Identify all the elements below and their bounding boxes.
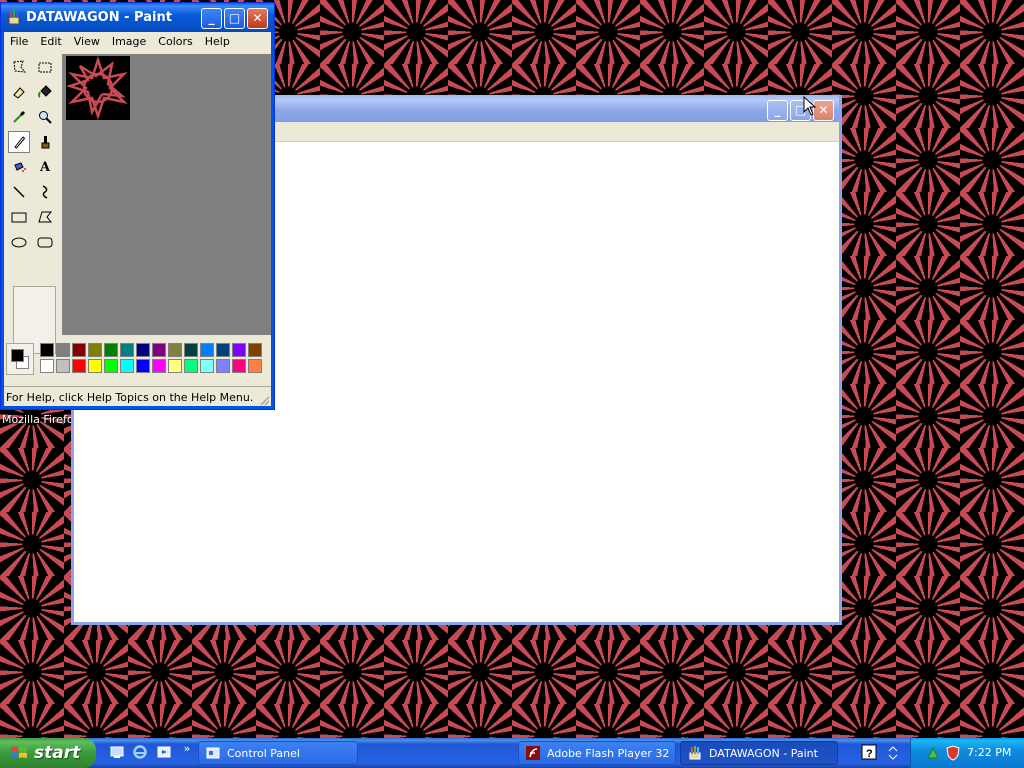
palette-swatch[interactable] xyxy=(168,359,182,373)
palette-swatch[interactable] xyxy=(232,343,246,357)
taskbar-button-control-panel[interactable]: Control Panel xyxy=(198,741,358,765)
palette-swatch[interactable] xyxy=(184,343,198,357)
airbrush-icon[interactable] xyxy=(8,156,30,178)
paint-client-area: File Edit View Image Colors Help A For H… xyxy=(4,32,271,406)
fill-with-color-icon[interactable] xyxy=(34,81,56,103)
palette-swatch[interactable] xyxy=(248,359,262,373)
palette-swatch[interactable] xyxy=(136,359,150,373)
clock[interactable]: 7:22 PM xyxy=(967,746,1011,759)
palette-swatch[interactable] xyxy=(40,343,54,357)
minimize-button[interactable]: _ xyxy=(201,8,222,29)
menu-help[interactable]: Help xyxy=(199,32,236,51)
palette-swatch[interactable] xyxy=(120,359,134,373)
palette-swatch[interactable] xyxy=(152,343,166,357)
desktop-icon-label-firefox[interactable]: Mozilla Firefox xyxy=(2,413,80,426)
line-icon[interactable] xyxy=(8,181,30,203)
magnifier-icon[interactable] xyxy=(34,106,56,128)
palette-swatch[interactable] xyxy=(40,359,54,373)
close-button[interactable]: ✕ xyxy=(247,8,268,29)
brush-icon[interactable] xyxy=(34,131,56,153)
palette-swatch[interactable] xyxy=(104,359,118,373)
pencil-icon[interactable] xyxy=(8,131,30,153)
palette-swatch[interactable] xyxy=(72,359,86,373)
palette-swatch[interactable] xyxy=(136,343,150,357)
internet-explorer-icon[interactable] xyxy=(131,744,149,762)
palette-swatch[interactable] xyxy=(88,359,102,373)
palette-swatch[interactable] xyxy=(232,359,246,373)
palette-swatch[interactable] xyxy=(88,343,102,357)
star-pattern-image xyxy=(66,56,130,120)
foreground-color-swatch xyxy=(11,349,24,362)
windows-logo-icon xyxy=(11,746,27,758)
palette-swatch[interactable] xyxy=(248,343,262,357)
palette-swatch[interactable] xyxy=(104,343,118,357)
palette-swatch[interactable] xyxy=(120,343,134,357)
paint-app-icon xyxy=(8,10,20,25)
help-icon[interactable]: ? xyxy=(860,744,878,762)
rectangle-icon[interactable] xyxy=(8,206,30,228)
palette-swatch[interactable] xyxy=(200,359,214,373)
media-player-icon[interactable] xyxy=(155,744,173,762)
palette-swatch[interactable] xyxy=(216,359,230,373)
polygon-icon[interactable] xyxy=(34,206,56,228)
canvas-image[interactable] xyxy=(66,56,130,120)
menu-view[interactable]: View xyxy=(68,32,106,51)
taskbar: start » Control Panel Adobe Flash Player… xyxy=(0,738,1024,768)
system-tray: 7:22 PM xyxy=(910,738,1024,768)
palette-swatch[interactable] xyxy=(184,359,198,373)
color-palette xyxy=(4,338,271,380)
taskbar-button-flash-player[interactable]: Adobe Flash Player 32 xyxy=(518,741,676,765)
menu-colors[interactable]: Colors xyxy=(152,32,198,51)
palette-swatch[interactable] xyxy=(56,359,70,373)
tray-scroll-icon[interactable] xyxy=(884,744,902,762)
text-icon[interactable]: A xyxy=(34,156,56,178)
mouse-cursor-icon xyxy=(803,96,817,116)
security-shield-icon[interactable] xyxy=(945,745,961,761)
menu-bar: File Edit View Image Colors Help xyxy=(4,32,271,51)
start-button[interactable]: start xyxy=(0,738,96,768)
resize-grip-icon[interactable] xyxy=(259,395,270,406)
palette-swatch[interactable] xyxy=(168,343,182,357)
canvas-area[interactable] xyxy=(62,54,271,335)
current-colors[interactable] xyxy=(6,343,34,375)
status-text: For Help, click Help Topics on the Help … xyxy=(6,391,254,404)
free-form-select-icon[interactable] xyxy=(8,56,30,78)
flash-player-icon xyxy=(526,746,540,760)
palette-swatch[interactable] xyxy=(200,343,214,357)
ellipse-icon[interactable] xyxy=(8,231,30,253)
menu-image[interactable]: Image xyxy=(106,32,152,51)
menu-edit[interactable]: Edit xyxy=(34,32,67,51)
palette-swatch[interactable] xyxy=(72,343,86,357)
pick-color-icon[interactable] xyxy=(8,106,30,128)
toolbox: A xyxy=(6,54,62,354)
maximize-button[interactable]: □ xyxy=(224,8,245,29)
eraser-icon[interactable] xyxy=(8,81,30,103)
curve-icon[interactable] xyxy=(34,181,56,203)
start-label: start xyxy=(34,743,81,763)
paint-title: DATAWAGON - Paint xyxy=(26,10,172,25)
status-bar: For Help, click Help Topics on the Help … xyxy=(4,386,271,407)
palette-swatch[interactable] xyxy=(216,343,230,357)
quick-launch-overflow-button[interactable]: » xyxy=(178,740,196,758)
menu-file[interactable]: File xyxy=(4,32,34,51)
control-panel-icon xyxy=(206,747,220,759)
svg-text:?: ? xyxy=(866,748,873,760)
paint-app-icon xyxy=(689,746,701,760)
minimize-button[interactable]: _ xyxy=(767,100,788,121)
network-icon[interactable] xyxy=(925,745,941,761)
paint-titlebar[interactable]: DATAWAGON - Paint _ □ ✕ xyxy=(1,3,274,32)
palette-swatch[interactable] xyxy=(152,359,166,373)
rounded-rectangle-icon[interactable] xyxy=(34,231,56,253)
paint-window[interactable]: DATAWAGON - Paint _ □ ✕ File Edit View I… xyxy=(0,2,275,410)
taskbar-button-paint[interactable]: DATAWAGON - Paint xyxy=(680,741,838,765)
select-icon[interactable] xyxy=(34,56,56,78)
palette-swatch[interactable] xyxy=(56,343,70,357)
show-desktop-icon[interactable] xyxy=(108,744,126,762)
